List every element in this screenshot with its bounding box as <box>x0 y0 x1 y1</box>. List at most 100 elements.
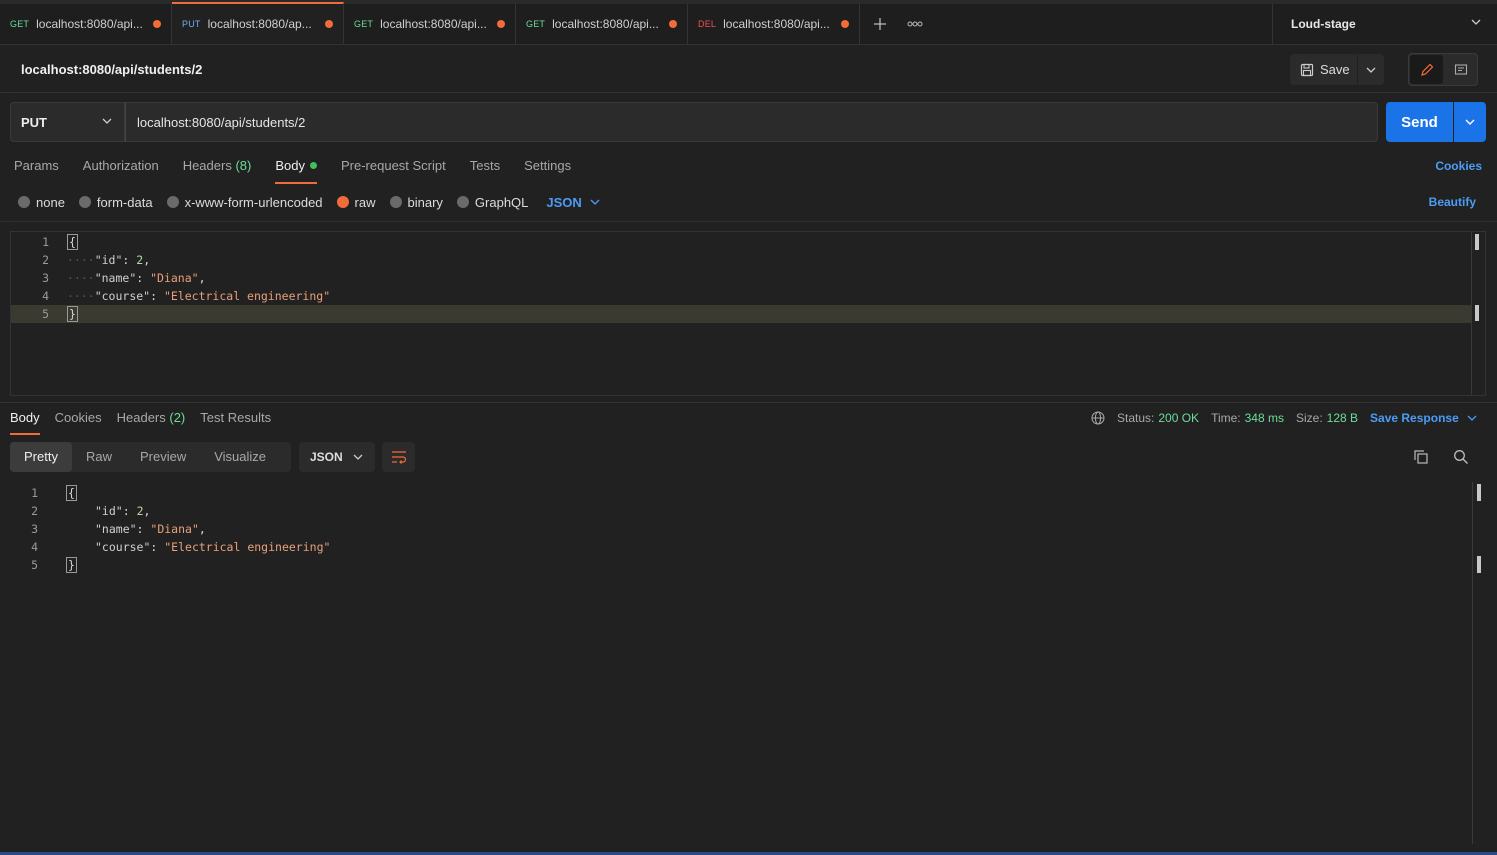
response-tab-headers[interactable]: Headers (2) <box>117 405 186 433</box>
tab-tests[interactable]: Tests <box>470 152 500 182</box>
line-number: 3 <box>31 522 38 536</box>
send-options-dropdown[interactable] <box>1454 102 1486 142</box>
tab-body-label: Body <box>275 158 305 173</box>
wrap-lines-icon <box>391 451 406 464</box>
cookies-link[interactable]: Cookies <box>1435 159 1482 173</box>
request-body-editor[interactable]: 1 { 2 ····"id": 2, 3 ····"name": "Diana"… <box>10 231 1486 396</box>
chevron-down-icon <box>1465 119 1475 125</box>
view-raw[interactable]: Raw <box>72 442 126 472</box>
json-value: 2 <box>136 504 144 518</box>
chevron-down-icon <box>590 199 600 205</box>
scrollbar[interactable] <box>1477 484 1481 501</box>
body-type-form-data[interactable]: form-data <box>78 194 153 210</box>
response-meta: Status: 200 OK Time: 348 ms Size: 128 B … <box>1091 410 1477 426</box>
line-number: 1 <box>42 235 49 249</box>
code-line: 2 ····"id": 2, <box>11 251 1471 269</box>
request-tab-del[interactable]: DEL localhost:8080/api... <box>688 4 860 44</box>
radio-icon <box>389 196 402 208</box>
response-body-viewer[interactable]: 1 { 2 "id": 2, 3 "name": "Diana", 4 "cou… <box>0 482 1497 852</box>
chevron-down-icon <box>102 118 112 124</box>
request-tab-get-1[interactable]: GET localhost:8080/api... <box>0 4 172 44</box>
code-line: 5 } <box>0 556 1460 574</box>
open-brace: { <box>67 234 78 250</box>
json-key: "id" <box>95 504 123 518</box>
status-value[interactable]: 200 OK <box>1158 411 1199 425</box>
copy-icon[interactable] <box>1413 449 1429 465</box>
body-indicator-dot-icon <box>309 162 317 170</box>
response-tabs: Body Cookies Headers (2) Test Results <box>10 405 286 435</box>
tab-params[interactable]: Params <box>14 152 59 182</box>
body-type-raw[interactable]: raw <box>336 195 376 210</box>
response-tab-test-results-label: Test Results <box>200 410 272 425</box>
view-visualize[interactable]: Visualize <box>200 442 280 472</box>
body-type-graphql[interactable]: GraphQL <box>456 194 529 210</box>
json-value: "Electrical engineering" <box>164 540 331 554</box>
line-number: 2 <box>42 253 49 267</box>
radio-icon <box>166 196 179 208</box>
body-type-none[interactable]: none <box>18 195 65 210</box>
tab-headers[interactable]: Headers (8) <box>183 152 252 182</box>
radio-icon <box>78 196 91 208</box>
tab-url-label: localhost:8080/api... <box>380 17 487 31</box>
documentation-button[interactable] <box>1444 55 1477 84</box>
tab-authorization[interactable]: Authorization <box>83 152 159 182</box>
json-key: "name" <box>95 522 137 536</box>
body-language-select[interactable]: JSON <box>546 194 600 210</box>
tab-method-label: GET <box>526 19 546 29</box>
tab-prerequest-script[interactable]: Pre-request Script <box>341 152 446 182</box>
search-icon[interactable] <box>1453 449 1469 465</box>
tab-url-label: localhost:8080/api... <box>36 17 143 31</box>
time-value[interactable]: 348 ms <box>1245 411 1284 425</box>
request-tab-get-2[interactable]: GET localhost:8080/api... <box>344 4 516 44</box>
close-brace: } <box>66 557 77 573</box>
comment-icon <box>1454 63 1467 75</box>
json-value: "Electrical engineering" <box>163 289 331 303</box>
response-view-tabs: Pretty Raw Preview Visualize <box>10 442 291 472</box>
tab-settings-label: Settings <box>524 158 572 173</box>
body-type-label: GraphQL <box>474 194 529 210</box>
body-type-label: form-data <box>96 194 153 210</box>
save-response-button[interactable]: Save Response <box>1370 411 1477 425</box>
request-tab-put-active[interactable]: PUT localhost:8080/ap... <box>172 2 344 44</box>
tab-tests-label: Tests <box>469 158 501 173</box>
new-tab-plus-icon[interactable] <box>860 4 900 44</box>
line-number: 4 <box>31 540 38 554</box>
edit-mode-button[interactable] <box>1410 55 1443 84</box>
chevron-down-icon <box>1366 67 1376 73</box>
save-label: Save <box>1320 62 1350 77</box>
request-config-tabs: Params Authorization Headers (8) Body Pr… <box>14 152 595 184</box>
tab-method-label: PUT <box>182 19 201 29</box>
send-button[interactable]: Send <box>1386 102 1453 142</box>
url-input[interactable]: localhost:8080/api/students/2 <box>125 102 1378 142</box>
scrollbar[interactable] <box>1475 234 1479 250</box>
response-format-select[interactable]: JSON <box>299 442 375 472</box>
response-tab-cookies[interactable]: Cookies <box>55 405 102 433</box>
body-type-binary[interactable]: binary <box>389 195 443 210</box>
line-number: 1 <box>31 486 38 500</box>
request-tab-get-3[interactable]: GET localhost:8080/api... <box>516 4 688 44</box>
beautify-link[interactable]: Beautify <box>1429 195 1476 209</box>
view-preview[interactable]: Preview <box>126 442 200 472</box>
save-options-dropdown[interactable] <box>1358 54 1384 85</box>
response-tab-body[interactable]: Body <box>10 405 40 435</box>
wrap-lines-button[interactable] <box>382 442 415 472</box>
tab-method-label: DEL <box>698 19 717 29</box>
body-language-value: JSON <box>546 194 582 210</box>
globe-icon[interactable] <box>1091 411 1105 425</box>
more-tabs-ellipsis-icon[interactable] <box>900 4 930 44</box>
radio-icon <box>456 196 469 208</box>
save-button[interactable]: Save <box>1290 54 1357 85</box>
tab-settings[interactable]: Settings <box>524 152 571 182</box>
tab-body[interactable]: Body <box>275 152 317 184</box>
request-name[interactable]: localhost:8080/api/students/2 <box>21 62 202 77</box>
size-value[interactable]: 128 B <box>1327 411 1358 425</box>
response-tab-cookies-label: Cookies <box>54 410 102 425</box>
body-type-urlencoded[interactable]: x-www-form-urlencoded <box>166 195 323 210</box>
pencil-icon <box>1420 63 1433 76</box>
http-method-select[interactable]: PUT <box>10 102 125 142</box>
json-value: "Diana" <box>150 271 199 285</box>
unsaved-dot-icon <box>669 20 677 28</box>
view-pretty[interactable]: Pretty <box>10 442 72 472</box>
environment-selector[interactable]: Loud-stage <box>1272 4 1497 44</box>
response-tab-test-results[interactable]: Test Results <box>200 405 271 433</box>
